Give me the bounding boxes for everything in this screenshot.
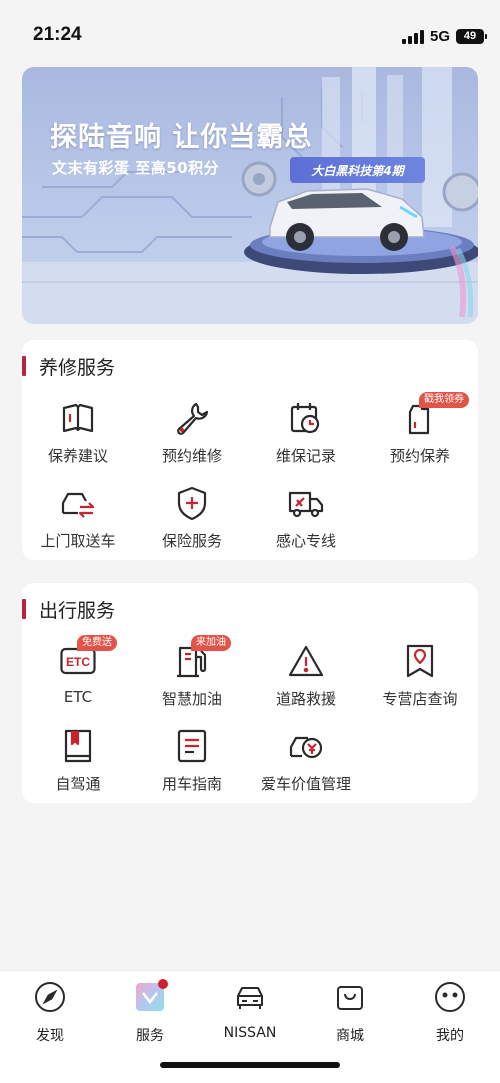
status-time: 21:24 <box>33 24 82 45</box>
truck-tools-icon <box>288 485 324 521</box>
service-item-hotline[interactable]: 感心专线 <box>250 485 362 557</box>
location-pin-icon <box>402 643 438 679</box>
banner-illustration <box>22 67 478 324</box>
nav-label: 我的 <box>436 1028 464 1044</box>
service-label: 用车指南 <box>161 775 222 793</box>
free-badge: 免费送 <box>77 635 117 651</box>
travel-services-card: 出行服务 ETC 免费送 ETC 来加油 智慧加油 道路救援 专营店查询 自驾通… <box>22 583 478 803</box>
service-label: 专营店查询 <box>382 690 458 708</box>
car-front-icon <box>234 981 266 1013</box>
service-item-self-drive[interactable]: 自驾通 <box>22 728 134 800</box>
nav-tab-service[interactable]: 服务 <box>110 979 190 1051</box>
maintenance-services-card: 养修服务 保养建议 预约维修 维保记录 戳我领券 预约保养 上门取送车 保险服务… <box>22 340 478 560</box>
service-item-dealer-search[interactable]: 专营店查询 <box>364 643 476 715</box>
banner-title: 探陆音响 让你当霸总 <box>50 122 313 153</box>
banner-tag: 大白黑科技第4期 <box>290 157 425 183</box>
service-label: 感心专线 <box>275 532 336 550</box>
maintenance-title: 养修服务 <box>39 356 116 379</box>
status-bar: 21:24 5G 49 <box>0 0 500 70</box>
service-item-road-rescue[interactable]: 道路救援 <box>250 643 362 715</box>
maintenance-header: 养修服务 <box>22 354 116 379</box>
warning-triangle-icon <box>288 643 324 679</box>
book-icon <box>60 400 96 436</box>
network-type: 5G <box>429 27 450 45</box>
face-icon <box>434 981 466 1013</box>
battery-icon: 49 <box>456 28 487 44</box>
calendar-clock-icon <box>288 400 324 436</box>
car-value-icon <box>288 728 324 764</box>
nav-label: 商城 <box>336 1028 364 1044</box>
nav-label: 发现 <box>36 1028 64 1044</box>
shopping-bag-icon <box>334 981 366 1013</box>
battery-level: 49 <box>463 30 477 42</box>
service-label: 智慧加油 <box>161 690 222 708</box>
compass-icon <box>34 981 66 1013</box>
signal-icon <box>401 28 424 44</box>
nav-tab-nissan[interactable]: NISSAN <box>210 981 290 1051</box>
service-item-etc[interactable]: ETC 免费送 ETC <box>22 635 134 715</box>
service-label: 上门取送车 <box>40 532 116 550</box>
travel-header: 出行服务 <box>22 597 116 622</box>
status-indicators: 5G 49 <box>401 26 487 46</box>
travel-title: 出行服务 <box>39 599 116 622</box>
service-item-user-guide[interactable]: 用车指南 <box>136 728 248 800</box>
service-item-car-value[interactable]: 爱车价值管理 <box>250 728 362 800</box>
service-label: 预约维修 <box>161 447 222 465</box>
service-label: 道路救援 <box>275 690 336 708</box>
service-label: ETC <box>63 688 93 706</box>
service-item-smart-fuel[interactable]: 来加油 智慧加油 <box>136 635 248 715</box>
car-transfer-icon <box>60 485 96 521</box>
service-label: 维保记录 <box>275 447 336 465</box>
wrench-icon <box>174 400 210 436</box>
travel-book-icon <box>60 728 96 764</box>
service-item-repair-booking[interactable]: 预约维修 <box>136 400 248 472</box>
section-accent-bar <box>22 599 26 619</box>
service-label: 爱车价值管理 <box>260 775 351 793</box>
service-item-pickup-delivery[interactable]: 上门取送车 <box>22 485 134 557</box>
service-item-maintenance-records[interactable]: 维保记录 <box>250 400 362 472</box>
shield-plus-icon <box>174 485 210 521</box>
service-item-maintenance-booking[interactable]: 戳我领券 预约保养 <box>364 392 476 472</box>
service-label: 保养建议 <box>47 447 108 465</box>
home-indicator[interactable] <box>160 1062 340 1068</box>
fuel-badge: 来加油 <box>191 635 231 651</box>
banner-subtitle: 文末有彩蛋 至高50积分 <box>52 159 220 177</box>
promo-banner[interactable]: 探陆音响 让你当霸总 文末有彩蛋 至高50积分 大白黑科技第4期 <box>22 67 478 324</box>
nav-tab-mine[interactable]: 我的 <box>410 981 490 1051</box>
service-label: 自驾通 <box>55 775 101 793</box>
service-label: 保险服务 <box>161 532 222 550</box>
nav-label: 服务 <box>136 1028 164 1044</box>
coupon-badge: 戳我领券 <box>419 392 469 408</box>
nav-label: NISSAN <box>223 1025 277 1041</box>
etc-icon-text: ETC <box>66 655 90 669</box>
guide-icon <box>174 728 210 764</box>
service-item-insurance[interactable]: 保险服务 <box>136 485 248 557</box>
section-accent-bar <box>22 356 26 376</box>
service-item-maintenance-advice[interactable]: 保养建议 <box>22 400 134 472</box>
service-label: 预约保养 <box>389 447 450 465</box>
nav-tab-discover[interactable]: 发现 <box>10 981 90 1051</box>
nav-tab-mall[interactable]: 商城 <box>310 981 390 1051</box>
notification-dot <box>158 979 168 989</box>
